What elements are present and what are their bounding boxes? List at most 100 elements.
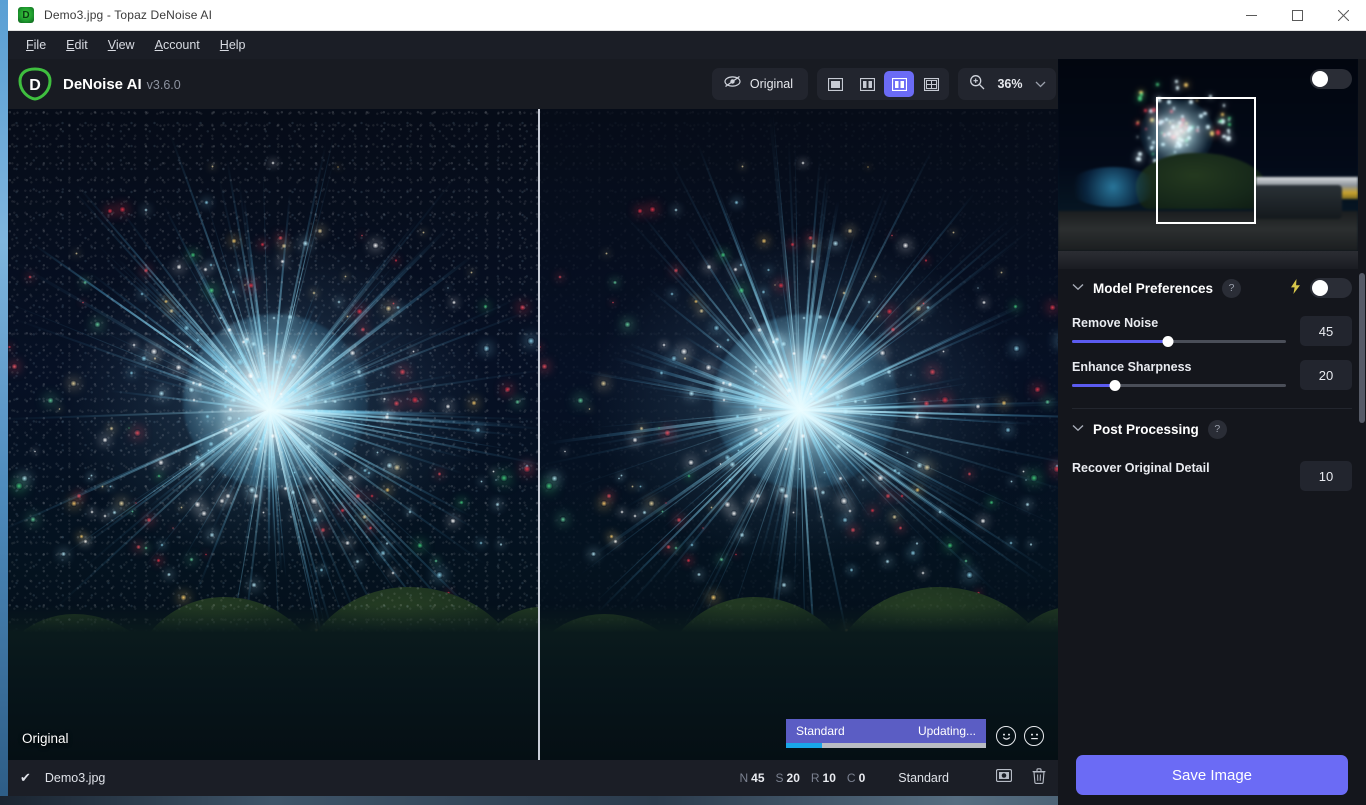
navigator-spark (1156, 82, 1159, 86)
enhance-sharpness-label: Enhance Sharpness (1072, 360, 1192, 374)
enhance-sharpness-slider[interactable] (1072, 380, 1286, 391)
title-bar: D Demo3.jpg - Topaz DeNoise AI (8, 0, 1366, 31)
navigator-spark (1136, 156, 1141, 162)
model-preferences-title: Model Preferences (1093, 280, 1214, 296)
remove-noise-slider[interactable] (1072, 336, 1286, 347)
param-sharpness-value: 20 (786, 771, 800, 785)
enhance-sharpness-row: Enhance Sharpness 20 (1072, 360, 1352, 391)
menu-view-rest: iew (115, 38, 135, 52)
file-checkmark-icon[interactable]: ✔ (20, 770, 31, 786)
menu-file[interactable]: File (16, 34, 56, 56)
scrollbar-thumb[interactable] (1359, 273, 1365, 423)
processing-status-text: Updating... (917, 724, 976, 738)
trash-icon[interactable] (1032, 767, 1046, 789)
navigator-spark (1137, 151, 1142, 156)
navigator-preview[interactable] (1058, 59, 1358, 269)
brand-label: DeNoise AI (63, 75, 142, 93)
navigator-bottom-strip (1058, 251, 1358, 269)
compare-preview-icon[interactable] (995, 768, 1013, 787)
param-color: C0 (847, 771, 865, 785)
ground-area (8, 605, 538, 760)
menu-help[interactable]: Help (210, 34, 256, 56)
right-settings-panel: AI Model ? Compare Standard Clear Low Li… (1058, 59, 1366, 805)
remove-noise-label: Remove Noise (1072, 316, 1159, 330)
navigator-spark (1175, 86, 1180, 90)
param-sharpness-key: S (775, 771, 784, 785)
param-recover-value: 10 (822, 771, 836, 785)
ai-model-auto-toggle[interactable] (1310, 69, 1352, 89)
param-noise: N 45 (739, 771, 764, 785)
single-pane-icon[interactable] (820, 71, 850, 97)
toggle-knob (1312, 71, 1328, 87)
chevron-down-icon[interactable] (1072, 282, 1084, 294)
recover-original-detail-control: Recover Original Detail (1072, 461, 1300, 485)
side-by-side-icon[interactable] (884, 71, 914, 97)
zoom-level-value: 36% (997, 77, 1023, 91)
param-noise-value: 45 (751, 771, 765, 785)
original-toggle-button[interactable]: Original (711, 68, 808, 100)
model-feedback-group (996, 726, 1044, 746)
param-color-key: C (846, 771, 856, 785)
view-mode-group (817, 68, 949, 100)
chevron-down-icon[interactable] (1035, 75, 1046, 93)
filmstrip-model-name: Standard (898, 771, 949, 785)
menu-bar: File Edit View Account Help (8, 31, 1366, 59)
svg-text:D: D (29, 77, 41, 94)
fireworks-scene-processed: DONUTS (540, 109, 1058, 760)
denoise-logo-icon: D (18, 67, 52, 101)
slider-fill (1072, 340, 1169, 343)
processed-image-pane[interactable]: DONUTS (540, 109, 1058, 760)
thumbs-down-face-icon[interactable] (1024, 726, 1044, 746)
navigator-viewport-rect[interactable] (1156, 97, 1256, 224)
remove-noise-row: Remove Noise 45 (1072, 316, 1352, 347)
model-preferences-header: Model Preferences ? (1072, 268, 1352, 308)
pane-divider[interactable] (538, 109, 540, 760)
progress-fill (786, 743, 822, 748)
menu-edit[interactable]: Edit (56, 34, 98, 56)
processing-status-overlay: Standard Updating... (786, 719, 986, 748)
enhance-sharpness-value[interactable]: 20 (1300, 360, 1352, 390)
param-sharpness: S 20 (776, 771, 800, 785)
post-processing-help-icon[interactable]: ? (1207, 419, 1227, 439)
remove-noise-control: Remove Noise (1072, 316, 1300, 347)
original-image-pane[interactable]: DONUTS Original (8, 109, 538, 760)
model-preferences-auto-toggle[interactable] (1310, 278, 1352, 298)
menu-account[interactable]: Account (145, 34, 210, 56)
menu-view[interactable]: View (98, 34, 145, 56)
split-pane-icon[interactable] (852, 71, 882, 97)
remove-noise-value[interactable]: 45 (1300, 316, 1352, 346)
save-image-button[interactable]: Save Image (1076, 755, 1348, 795)
model-preferences-section: Model Preferences ? Remove Noise 45 Enha… (1058, 268, 1366, 391)
zoom-in-icon (969, 74, 985, 95)
recover-original-detail-value[interactable]: 10 (1300, 461, 1352, 491)
processing-model-name: Standard (796, 724, 845, 738)
quad-pane-icon[interactable] (916, 71, 946, 97)
filmstrip-filename[interactable]: Demo3.jpg (45, 771, 105, 785)
window-title: Demo3.jpg - Topaz DeNoise AI (44, 8, 213, 22)
thumbs-up-face-icon[interactable] (996, 726, 1016, 746)
processing-bar: Standard Updating... (786, 719, 986, 743)
post-processing-title: Post Processing (1093, 421, 1199, 437)
navigator-truck (1254, 185, 1342, 219)
recover-original-detail-label: Recover Original Detail (1072, 461, 1210, 475)
minimize-icon[interactable] (1228, 0, 1274, 31)
close-icon[interactable] (1320, 0, 1366, 31)
menu-help-rest: elp (228, 38, 246, 52)
zoom-control[interactable]: 36% (958, 68, 1056, 100)
navigator-spark (1139, 93, 1143, 97)
param-color-value: 0 (858, 771, 866, 785)
panel-scrollbar[interactable] (1358, 273, 1366, 805)
model-preferences-help-icon[interactable]: ? (1222, 278, 1242, 298)
save-bar: Save Image (1058, 745, 1366, 805)
menu-account-rest: ccount (162, 38, 200, 52)
slider-knob[interactable] (1109, 380, 1121, 391)
brand-name: DeNoise AI v3.6.0 (63, 76, 181, 93)
lightning-bolt-icon (1290, 279, 1301, 297)
chevron-down-icon[interactable] (1072, 423, 1084, 435)
progress-track (786, 743, 986, 748)
slider-knob[interactable] (1162, 336, 1174, 347)
eye-slash-icon (724, 75, 741, 93)
image-canvas[interactable]: DONUTS Original DONUTS Standard Updating… (8, 109, 1058, 760)
maximize-icon[interactable] (1274, 0, 1320, 31)
filmstrip-bar: ✔ Demo3.jpg N 45 S 20 R 10 C0 Standard (8, 760, 1058, 796)
